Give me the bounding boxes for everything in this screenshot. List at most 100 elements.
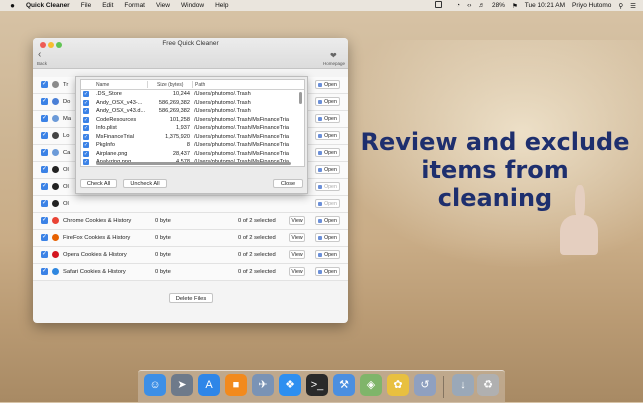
back-label[interactable]: Back xyxy=(37,61,47,66)
open-button[interactable]: Open xyxy=(315,233,340,242)
clock[interactable]: Tue 10:21 AM xyxy=(525,2,565,9)
view-button[interactable]: View xyxy=(289,250,305,259)
table-row: ✓ Chrome Cookies & History 0 byte 0 of 2 se… xyxy=(33,213,348,230)
notification-icon[interactable]: ☰ xyxy=(630,2,636,10)
safari-icon[interactable]: ❖ xyxy=(279,374,301,396)
terminal-icon[interactable]: >_ xyxy=(306,374,328,396)
status-area: ◔ ‹› ♬ 28% ⚑ Tue 10:21 AM Priyo Hutomo ⚲… xyxy=(435,0,643,11)
search-icon[interactable]: ⚲ xyxy=(618,2,623,10)
apple-icon[interactable]: ● xyxy=(8,1,17,10)
file-checkbox[interactable]: ✓ xyxy=(83,142,89,148)
check-all-button[interactable]: Check All xyxy=(80,179,117,188)
app-store-icon[interactable]: A xyxy=(198,374,220,396)
row-checkbox[interactable]: ✓ xyxy=(41,217,48,224)
file-row[interactable]: ✓ PkgInfo 8/Users/phutomo/.Trash/MsFinance… xyxy=(81,141,304,150)
delete-files-button[interactable]: Delete Files xyxy=(169,293,213,303)
view-button[interactable]: View xyxy=(289,267,305,276)
open-button[interactable]: Open xyxy=(315,267,340,276)
file-checkbox[interactable]: ✓ xyxy=(83,116,89,123)
homepage-label[interactable]: Homepage xyxy=(323,61,345,66)
preview-icon[interactable]: ✈ xyxy=(252,374,274,396)
trash-icon[interactable]: ♻ xyxy=(477,374,499,396)
maps-icon[interactable]: ◈ xyxy=(360,374,382,396)
open-button[interactable]: Open xyxy=(315,165,340,174)
view-button[interactable]: View xyxy=(289,233,305,242)
battery-percent[interactable]: 28% xyxy=(492,2,505,9)
file-row[interactable]: ✓ CodeResources 101,258/Users/phutomo/.Tra… xyxy=(81,116,304,125)
menu-window[interactable]: Window xyxy=(181,2,204,9)
column-size[interactable]: Size (bytes) xyxy=(157,82,183,88)
menu-help[interactable]: Help xyxy=(215,2,228,9)
open-button[interactable]: Open xyxy=(315,182,340,191)
file-checkbox[interactable]: ✓ xyxy=(83,108,89,114)
category-icon xyxy=(52,217,59,224)
xcode-icon[interactable]: ⚒ xyxy=(333,374,355,396)
menu-edit[interactable]: Edit xyxy=(102,2,113,9)
view-button[interactable]: View xyxy=(289,216,305,225)
open-button[interactable]: Open xyxy=(315,250,340,259)
row-checkbox[interactable]: ✓ xyxy=(41,183,48,190)
quick-cleaner-icon[interactable]: ↺ xyxy=(414,374,436,396)
file-row[interactable]: ✓ MsFinanceTrial 1,375,920/Users/phutomo/.… xyxy=(81,133,304,142)
menu-app-name[interactable]: Quick Cleaner xyxy=(26,2,70,9)
row-checkbox[interactable]: ✓ xyxy=(41,166,48,173)
file-row[interactable]: ✓ .DS_Store 10,244/Users/phutomo/.Trash xyxy=(81,90,304,99)
row-checkbox[interactable]: ✓ xyxy=(41,132,48,139)
open-button[interactable]: Open xyxy=(315,131,340,140)
file-row[interactable]: ✓ Andy_OSX_v43-... 586,269,382/Users/phuto… xyxy=(81,99,304,108)
wifi-icon[interactable]: ◔ xyxy=(456,2,460,9)
category-icon xyxy=(52,200,59,207)
ibooks-icon[interactable]: ■ xyxy=(225,374,247,396)
display-icon[interactable] xyxy=(435,1,449,10)
menu-file[interactable]: File xyxy=(81,2,91,9)
dock: ☺ ➤ A ■ ✈ ❖ >_ ⚒ ◈ ✿ ↺ ↓ ♻ xyxy=(138,370,505,403)
horizontal-scrollbar[interactable] xyxy=(96,162,291,165)
file-review-sheet: Name Size (bytes) Path ✓ .DS_Store 10,244 /… xyxy=(75,76,308,194)
open-button[interactable]: Open xyxy=(315,114,340,123)
row-checkbox[interactable]: ✓ xyxy=(41,149,48,156)
open-button[interactable]: Open xyxy=(315,199,340,208)
table-header: Name Size (bytes) Path xyxy=(81,80,304,90)
open-button[interactable]: Open xyxy=(315,216,340,225)
category-icon xyxy=(52,268,59,275)
downloads-icon[interactable]: ↓ xyxy=(452,374,474,396)
open-button[interactable]: Open xyxy=(315,80,340,89)
file-checkbox[interactable]: ✓ xyxy=(83,99,89,106)
category-icon xyxy=(52,166,59,173)
open-button[interactable]: Open xyxy=(315,148,340,157)
row-checkbox[interactable]: ✓ xyxy=(41,98,48,105)
file-name: CodeResources xyxy=(96,116,137,123)
file-checkbox[interactable]: ✓ xyxy=(83,125,89,131)
file-checkbox[interactable]: ✓ xyxy=(83,150,89,157)
flag-icon[interactable]: ⚑ xyxy=(512,2,518,10)
menu-format[interactable]: Format xyxy=(124,2,145,9)
uncheck-all-button[interactable]: Uncheck All xyxy=(123,179,167,188)
row-checkbox[interactable]: ✓ xyxy=(41,268,48,275)
homepage-icon[interactable]: ❤ xyxy=(330,51,340,60)
menu-view[interactable]: View xyxy=(156,2,170,9)
file-row[interactable]: ✓ Andy_OSX_v43.d... 586,269,382/Users/phut… xyxy=(81,107,304,116)
row-checkbox[interactable]: ✓ xyxy=(41,251,48,258)
vertical-scrollbar[interactable] xyxy=(299,92,302,104)
bluetooth-icon[interactable]: ‹› xyxy=(467,2,471,9)
file-row[interactable]: ✓ Info.plist 1,937/Users/phutomo/.Trash/Ms… xyxy=(81,124,304,133)
column-name[interactable]: Name xyxy=(96,82,109,88)
row-checkbox[interactable]: ✓ xyxy=(41,115,48,122)
open-button[interactable]: Open xyxy=(315,97,340,106)
file-rows: ✓ .DS_Store 10,244/Users/phutomo/.Trash ✓ An… xyxy=(81,90,304,166)
finder-icon[interactable]: ☺ xyxy=(144,374,166,396)
close-sheet-button[interactable]: Close xyxy=(273,179,303,188)
launchpad-icon[interactable]: ➤ xyxy=(171,374,193,396)
volume-icon[interactable]: ♬ xyxy=(478,2,485,9)
photos-icon[interactable]: ✿ xyxy=(387,374,409,396)
file-checkbox[interactable]: ✓ xyxy=(83,133,89,140)
file-checkbox[interactable]: ✓ xyxy=(83,159,89,165)
row-checkbox[interactable]: ✓ xyxy=(41,200,48,207)
row-checkbox[interactable]: ✓ xyxy=(41,81,48,88)
file-row[interactable]: ✓ Airplane.png 28,437/Users/phutomo/.Trash… xyxy=(81,150,304,159)
user-name[interactable]: Priyo Hutomo xyxy=(572,2,611,9)
row-checkbox[interactable]: ✓ xyxy=(41,234,48,241)
column-path[interactable]: Path xyxy=(195,82,205,88)
file-checkbox[interactable]: ✓ xyxy=(83,91,89,97)
back-arrow-icon[interactable]: ‹ xyxy=(38,50,41,60)
